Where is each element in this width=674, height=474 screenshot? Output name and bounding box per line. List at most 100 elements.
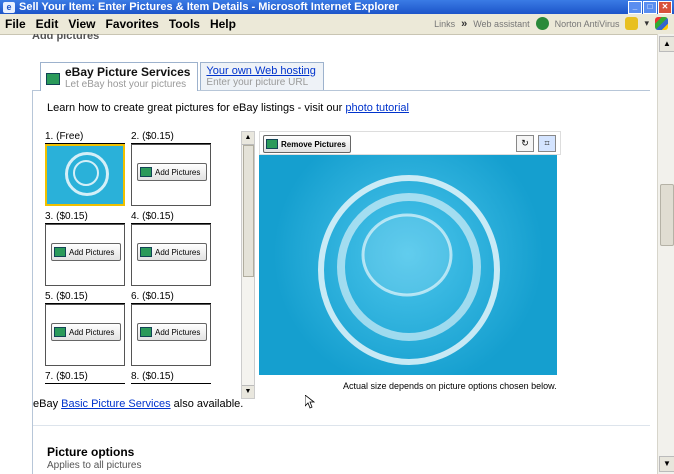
section-divider bbox=[33, 425, 650, 426]
slot-box: Add Pictures bbox=[45, 224, 125, 286]
picture-options-title: Picture options bbox=[47, 445, 135, 459]
picture-slots-grid: 1. (Free) 2. ($0.15) Add Pictures 3. ($0… bbox=[45, 131, 217, 389]
menu-bar: File Edit View Favorites Tools Help Link… bbox=[0, 14, 674, 35]
slot-label: 4. ($0.15) bbox=[131, 211, 211, 224]
picture-preview bbox=[259, 155, 557, 375]
camera-icon bbox=[140, 167, 152, 177]
preview-toolbar: Remove Pictures ↻ ⌗ bbox=[259, 131, 561, 155]
menu-edit[interactable]: Edit bbox=[31, 17, 64, 31]
maximize-button[interactable]: □ bbox=[643, 1, 657, 14]
norton-icon[interactable] bbox=[625, 17, 639, 30]
learn-text: Learn how to create great pictures for e… bbox=[47, 102, 409, 114]
slots-scrollbar[interactable]: ▲ ▼ bbox=[241, 131, 255, 399]
add-pictures-label: Add Pictures bbox=[155, 327, 201, 337]
toolbar-right: Links » Web assistant Norton AntiVirus ▾ bbox=[434, 17, 668, 30]
menu-file[interactable]: File bbox=[0, 17, 31, 31]
windows-logo-icon bbox=[655, 17, 668, 30]
slot-label: 6. ($0.15) bbox=[131, 291, 211, 304]
menu-favorites[interactable]: Favorites bbox=[100, 17, 163, 31]
slot-box: Add Pictures bbox=[45, 304, 125, 366]
photo-tutorial-link[interactable]: photo tutorial bbox=[345, 102, 409, 114]
crop-icon[interactable]: ⌗ bbox=[538, 135, 556, 152]
dish-center bbox=[361, 213, 453, 297]
ie-icon: e bbox=[3, 1, 15, 13]
slot-label: 3. ($0.15) bbox=[45, 211, 125, 224]
slot-label: 8. ($0.15) bbox=[131, 371, 211, 384]
picture-slot-8: 8. ($0.15) bbox=[131, 371, 211, 384]
add-pictures-label: Add Pictures bbox=[155, 167, 201, 177]
add-pictures-button[interactable]: Add Pictures bbox=[51, 243, 121, 261]
tab-subtitle: Let eBay host your pictures bbox=[65, 78, 187, 90]
slot-label: 1. (Free) bbox=[45, 131, 125, 144]
basic-prefix: eBay bbox=[33, 398, 62, 410]
add-pictures-button[interactable]: Add Pictures bbox=[137, 323, 207, 341]
add-pictures-label: Add Pictures bbox=[155, 247, 201, 257]
tab-title[interactable]: Your own Web hosting bbox=[206, 65, 315, 77]
dropdown-arrow-icon[interactable]: ▾ bbox=[644, 18, 649, 29]
tab-ebay-picture-services[interactable]: eBay Picture Services Let eBay host your… bbox=[40, 62, 199, 91]
slot-thumbnail[interactable] bbox=[45, 144, 125, 206]
add-pictures-button[interactable]: Add Pictures bbox=[137, 163, 207, 181]
close-button[interactable]: ✕ bbox=[658, 1, 672, 14]
scroll-down-arrow-icon[interactable]: ▼ bbox=[659, 456, 674, 472]
thumbnail-ring-inner bbox=[73, 160, 99, 186]
add-pictures-label: Add Pictures bbox=[69, 247, 115, 257]
hosting-tabs: eBay Picture Services Let eBay host your… bbox=[40, 62, 324, 91]
links-chevron[interactable]: » bbox=[461, 18, 467, 30]
web-assistant-label[interactable]: Web assistant bbox=[473, 19, 529, 29]
basic-picture-services-link[interactable]: Basic Picture Services bbox=[61, 398, 170, 410]
slot-box: Add Pictures bbox=[131, 224, 211, 286]
camera-icon bbox=[54, 327, 66, 337]
window-title: Sell Your Item: Enter Pictures & Item De… bbox=[19, 1, 399, 13]
window-titlebar: e Sell Your Item: Enter Pictures & Item … bbox=[0, 0, 674, 14]
preview-caption: Actual size depends on picture options c… bbox=[343, 381, 557, 391]
rotate-icon[interactable]: ↻ bbox=[516, 135, 534, 152]
window-controls: _ □ ✕ bbox=[628, 1, 672, 14]
section-heading-cut: Add pictures bbox=[32, 34, 100, 42]
scroll-down-arrow-icon[interactable]: ▼ bbox=[242, 385, 254, 398]
slot-label: 5. ($0.15) bbox=[45, 291, 125, 304]
slot-box: Add Pictures bbox=[131, 304, 211, 366]
tab-title: eBay Picture Services bbox=[65, 64, 191, 79]
scroll-up-arrow-icon[interactable]: ▲ bbox=[659, 36, 674, 52]
links-label[interactable]: Links bbox=[434, 19, 455, 29]
page-scrollbar[interactable]: ▲ ▼ bbox=[657, 34, 674, 474]
picture-slot-6: 6. ($0.15) Add Pictures bbox=[131, 291, 211, 366]
learn-text-label: Learn how to create great pictures for e… bbox=[47, 102, 346, 114]
add-pictures-button[interactable]: Add Pictures bbox=[51, 323, 121, 341]
scroll-up-arrow-icon[interactable]: ▲ bbox=[242, 132, 254, 145]
camera-icon bbox=[140, 247, 152, 257]
scroll-thumb[interactable] bbox=[243, 145, 254, 277]
picture-slot-4: 4. ($0.15) Add Pictures bbox=[131, 211, 211, 286]
web-assistant-icon[interactable] bbox=[535, 17, 549, 30]
slot-label: 7. ($0.15) bbox=[45, 371, 125, 384]
preview-image bbox=[318, 175, 500, 365]
tab-own-web-hosting[interactable]: Your own Web hosting Enter your picture … bbox=[200, 62, 324, 90]
picture-slot-7: 7. ($0.15) bbox=[45, 371, 125, 384]
slot-label: 2. ($0.15) bbox=[131, 131, 211, 144]
norton-label[interactable]: Norton AntiVirus bbox=[555, 19, 620, 29]
camera-icon bbox=[266, 139, 278, 149]
picture-slot-2: 2. ($0.15) Add Pictures bbox=[131, 131, 211, 206]
scroll-thumb[interactable] bbox=[660, 184, 674, 246]
slot-box: Add Pictures bbox=[131, 144, 211, 206]
remove-pictures-label: Remove Pictures bbox=[281, 139, 346, 149]
add-pictures-label: Add Pictures bbox=[69, 327, 115, 337]
menu-tools[interactable]: Tools bbox=[164, 17, 205, 31]
camera-icon bbox=[140, 327, 152, 337]
picture-slot-1[interactable]: 1. (Free) bbox=[45, 131, 125, 206]
add-pictures-button[interactable]: Add Pictures bbox=[137, 243, 207, 261]
picture-slot-3: 3. ($0.15) Add Pictures bbox=[45, 211, 125, 286]
menu-help[interactable]: Help bbox=[205, 17, 241, 31]
picture-slot-5: 5. ($0.15) Add Pictures bbox=[45, 291, 125, 366]
picture-services-panel: Learn how to create great pictures for e… bbox=[32, 90, 650, 474]
picture-options-subtitle: Applies to all pictures bbox=[47, 460, 142, 471]
minimize-button[interactable]: _ bbox=[628, 1, 642, 14]
camera-icon bbox=[46, 73, 60, 85]
basic-services-line: eBay Basic Picture Services also availab… bbox=[33, 398, 243, 410]
preview-tools: ↻ ⌗ bbox=[516, 135, 556, 152]
remove-pictures-button[interactable]: Remove Pictures bbox=[263, 135, 351, 153]
page-content: Add pictures eBay Picture Services Let e… bbox=[18, 34, 650, 474]
menu-view[interactable]: View bbox=[63, 17, 100, 31]
mouse-cursor-icon bbox=[305, 395, 315, 409]
